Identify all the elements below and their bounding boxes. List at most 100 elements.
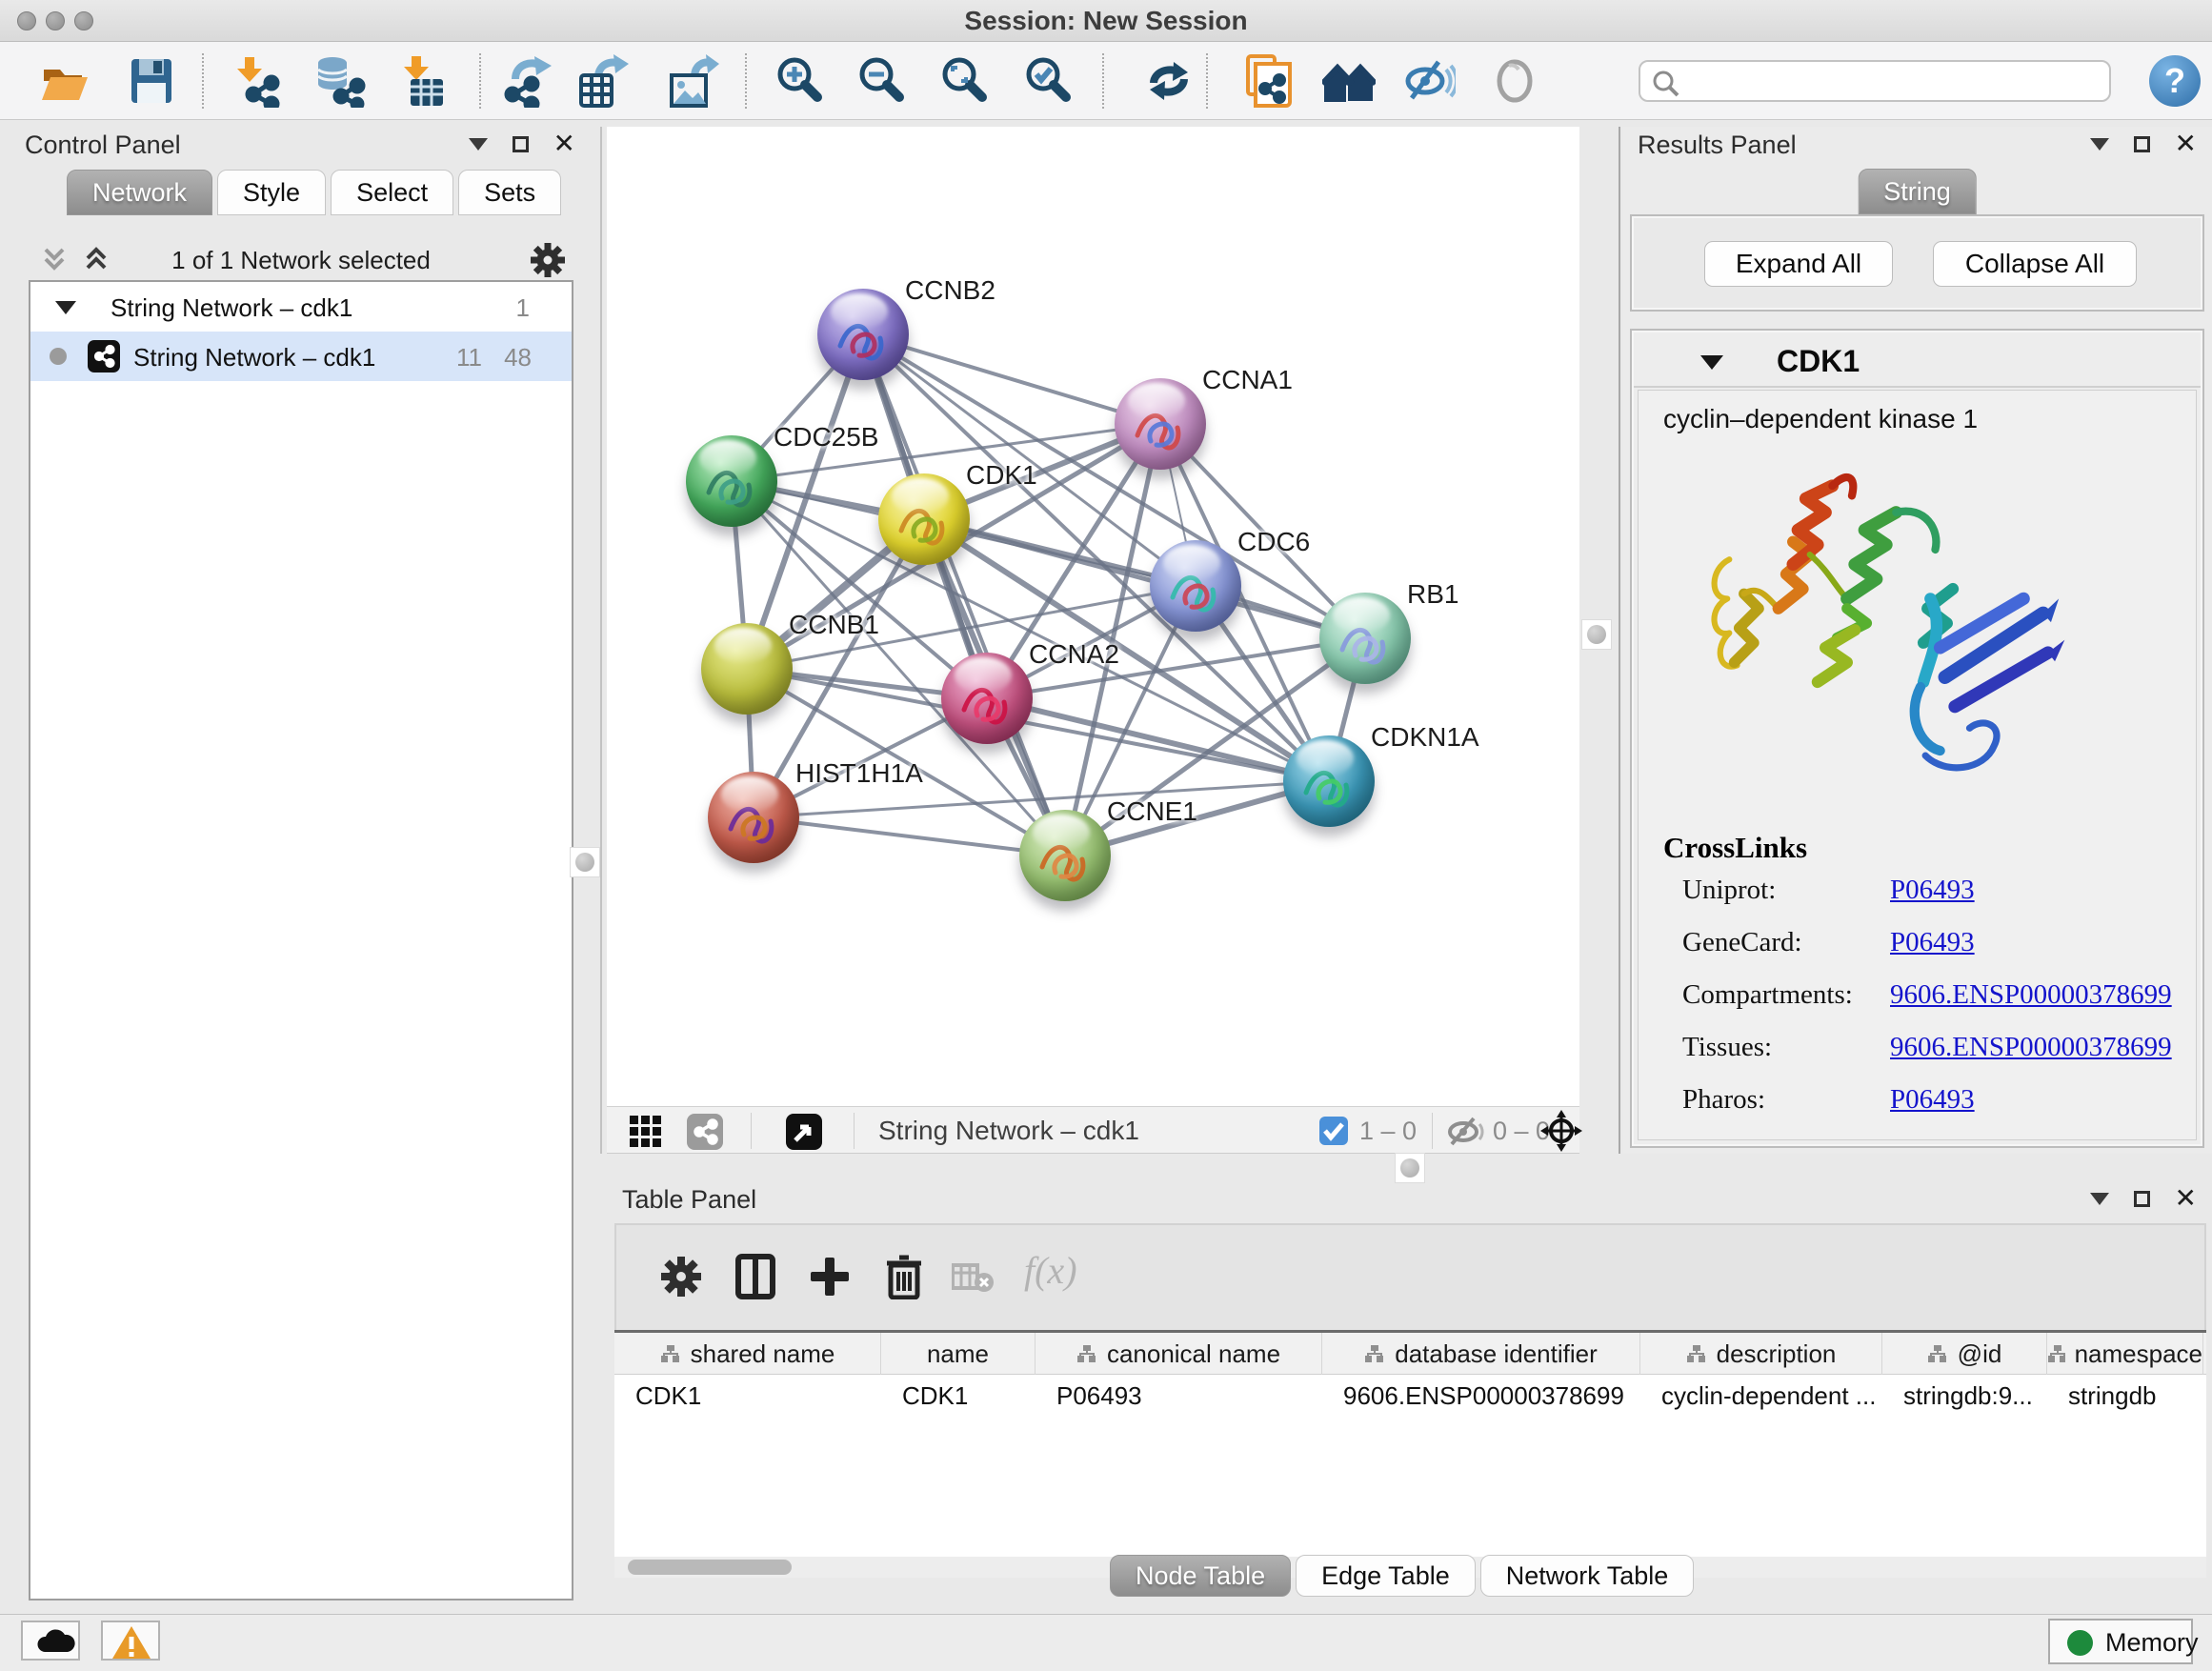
network-node-CCNB2[interactable]: [817, 289, 909, 380]
network-share-view-icon[interactable]: [687, 1112, 725, 1155]
column-header-name[interactable]: name: [881, 1333, 1036, 1375]
column-header-@id[interactable]: @id: [1882, 1333, 2047, 1375]
table-cell[interactable]: P06493: [1036, 1375, 1322, 1417]
close-panel-icon[interactable]: ✕: [2175, 134, 2197, 153]
float-panel-icon[interactable]: [2134, 136, 2150, 152]
table-options-gear-icon[interactable]: [658, 1254, 704, 1304]
network-collection-row[interactable]: String Network – cdk1 1: [30, 282, 572, 332]
delete-column-icon[interactable]: [881, 1254, 927, 1304]
left-splitter-handle[interactable]: [570, 847, 600, 877]
help-icon[interactable]: ?: [2149, 55, 2201, 107]
export-image-icon[interactable]: [666, 54, 719, 108]
network-node-CDK1[interactable]: [878, 473, 970, 565]
column-header-database-identifier[interactable]: database identifier: [1322, 1333, 1640, 1375]
hidden-eye-slash-icon[interactable]: [1445, 1116, 1485, 1153]
pan-crosshair-icon[interactable]: [1540, 1110, 1582, 1157]
float-panel-icon[interactable]: [2134, 1191, 2150, 1207]
expand-all-button[interactable]: Expand All: [1704, 241, 1893, 287]
selected-checkbox-icon[interactable]: [1319, 1117, 1348, 1145]
network-node-CCNE1[interactable]: [1019, 810, 1111, 901]
crosslink-value-link[interactable]: 9606.ENSP00000378699: [1890, 979, 2172, 1010]
save-session-icon[interactable]: [125, 54, 178, 108]
zoom-fit-content-icon[interactable]: [937, 54, 991, 108]
tab-style[interactable]: Style: [217, 170, 326, 215]
zoom-in-icon[interactable]: [773, 54, 826, 108]
right-splitter-handle[interactable]: [1581, 619, 1612, 650]
results-panel: Results Panel ✕ String Expand All Collap…: [1622, 127, 2212, 1154]
column-header-description[interactable]: description: [1640, 1333, 1882, 1375]
results-panel-title: Results Panel: [1638, 131, 1797, 160]
cloud-button[interactable]: [21, 1621, 80, 1661]
table-cell[interactable]: stringdb: [2047, 1375, 2203, 1417]
column-header-namespace[interactable]: namespace: [2047, 1333, 2203, 1375]
network-edge[interactable]: [754, 817, 1065, 856]
column-type-icon: [1686, 1344, 1707, 1363]
section-header[interactable]: CDK1: [1634, 332, 2201, 388]
open-session-icon[interactable]: [38, 54, 91, 108]
delete-table-icon[interactable]: [952, 1263, 995, 1300]
tab-edge-table[interactable]: Edge Table: [1296, 1555, 1476, 1597]
search-input[interactable]: [1686, 64, 2101, 98]
zoom-out-icon[interactable]: [855, 54, 908, 108]
crosslink-value-link[interactable]: P06493: [1890, 1084, 1975, 1115]
close-panel-icon[interactable]: ✕: [553, 134, 575, 153]
table-cell[interactable]: CDK1: [881, 1375, 1036, 1417]
collection-expand-icon[interactable]: [55, 301, 76, 314]
tab-string[interactable]: String: [1858, 169, 1977, 214]
bottom-splitter-handle[interactable]: [1395, 1153, 1425, 1183]
close-panel-icon[interactable]: ✕: [2175, 1189, 2197, 1208]
refresh-view-icon[interactable]: [1142, 54, 1196, 108]
network-node-HIST1H1A[interactable]: [708, 772, 799, 863]
birdseye-view-icon[interactable]: [786, 1112, 824, 1155]
tab-network-table[interactable]: Network Table: [1480, 1555, 1695, 1597]
import-network-from-database-icon[interactable]: [312, 54, 366, 108]
show-preview-icon[interactable]: [1488, 54, 1541, 108]
grid-view-icon[interactable]: [628, 1112, 666, 1155]
table-cell[interactable]: CDK1: [614, 1375, 881, 1417]
tab-node-table[interactable]: Node Table: [1110, 1555, 1291, 1597]
import-table-from-file-icon[interactable]: [395, 54, 449, 108]
hscrollbar-thumb[interactable]: [628, 1560, 792, 1575]
tab-sets[interactable]: Sets: [458, 170, 561, 215]
function-builder-icon[interactable]: f(x): [1024, 1248, 1077, 1293]
warning-button[interactable]: [101, 1621, 160, 1661]
share-document-icon[interactable]: [1242, 54, 1296, 108]
network-node-CCNB1[interactable]: [701, 623, 793, 715]
network-node-CCNA1[interactable]: [1115, 378, 1206, 470]
network-node-CDKN1A[interactable]: [1283, 735, 1375, 827]
export-network-icon[interactable]: [500, 54, 553, 108]
show-columns-icon[interactable]: [733, 1254, 778, 1304]
network-canvas[interactable]: CCNB2CCNA1CDC25BCDK1CDC6RB1CCNB1CCNA2CDK…: [607, 127, 1579, 1106]
zoom-selected-icon[interactable]: [1021, 54, 1075, 108]
panel-menu-icon[interactable]: [2090, 138, 2109, 151]
table-cell[interactable]: 9606.ENSP00000378699: [1322, 1375, 1640, 1417]
panel-menu-icon[interactable]: [469, 138, 488, 151]
network-node-RB1[interactable]: [1319, 593, 1411, 684]
network-node-count: 11: [456, 343, 482, 372]
table-cell[interactable]: cyclin-dependent ...: [1640, 1375, 1882, 1417]
column-header-canonical-name[interactable]: canonical name: [1036, 1333, 1322, 1375]
crosslink-value-link[interactable]: P06493: [1890, 875, 1975, 905]
memory-button[interactable]: Memory: [2048, 1619, 2193, 1664]
crosslink-value-link[interactable]: P06493: [1890, 927, 1975, 957]
network-row[interactable]: String Network – cdk1 11 48: [30, 332, 572, 381]
import-network-from-file-icon[interactable]: [229, 54, 282, 108]
network-options-gear-icon[interactable]: [528, 240, 568, 285]
tab-select[interactable]: Select: [331, 170, 453, 215]
string-home-icon[interactable]: [1322, 54, 1376, 108]
network-node-CDC6[interactable]: [1150, 540, 1241, 632]
network-edge[interactable]: [987, 698, 1329, 781]
hide-selected-icon[interactable]: [1402, 54, 1456, 108]
add-column-icon[interactable]: [807, 1254, 853, 1304]
crosslink-value-link[interactable]: 9606.ENSP00000378699: [1890, 1032, 2172, 1062]
network-node-CCNA2[interactable]: [941, 653, 1033, 744]
table-cell[interactable]: stringdb:9...: [1882, 1375, 2047, 1417]
column-header-shared-name[interactable]: shared name: [614, 1333, 881, 1375]
network-node-CDC25B[interactable]: [686, 435, 777, 527]
panel-menu-icon[interactable]: [2090, 1193, 2109, 1205]
section-collapse-icon[interactable]: [1700, 355, 1723, 370]
tab-network[interactable]: Network: [67, 170, 212, 215]
float-panel-icon[interactable]: [513, 136, 529, 152]
export-table-icon[interactable]: [575, 54, 629, 108]
collapse-all-button[interactable]: Collapse All: [1933, 241, 2137, 287]
